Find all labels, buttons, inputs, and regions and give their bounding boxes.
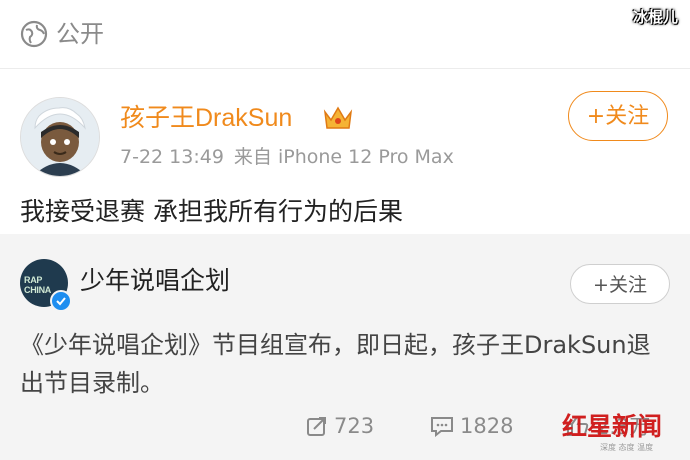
logo-tagline: 深度 态度 温度 [600,443,654,452]
comment-count: 1828 [460,414,514,438]
news-logo: 红星新闻 深度 态度 温度 [560,412,682,452]
comment-icon [431,417,453,437]
repost-author-name[interactable]: 少年说唱企划 [80,264,230,298]
globe-icon [20,20,48,48]
comment-action[interactable]: 1828 [430,406,513,446]
author-avatar[interactable] [20,97,100,177]
weibo-post: 孩子王DrakSun 7-22 13:49 来自 iPhone 12 Pro Ma… [0,69,690,233]
share-icon [307,417,326,436]
post-date: 7-22 13:49 [120,146,224,168]
post-source: 来自 iPhone 12 Pro Max [233,146,454,168]
author-name[interactable]: 孩子王DrakSun [120,101,292,135]
share-action[interactable]: 723 [306,406,374,446]
crown-icon [323,106,353,129]
repost-text: 《少年说唱企划》节目组宣布，即日起，孩子王DrakSun退出节目录制。 [20,331,651,397]
post-meta: 7-22 13:49 来自 iPhone 12 Pro Max [120,144,454,170]
verified-icon [50,290,72,312]
logo-name: 红星新闻 [562,412,663,441]
avatar-illustration [21,98,99,176]
post-text: 我接受退赛 承担我所有行为的后果 [20,197,403,226]
top-bar: 公开 冰棍儿 [0,0,690,69]
follow-button[interactable]: +关注 [568,91,668,141]
share-count: 723 [334,414,375,438]
watermark: 冰棍儿 [632,8,678,26]
repost-follow-button[interactable]: +关注 [570,264,670,304]
visibility-label: 公开 [56,20,104,48]
